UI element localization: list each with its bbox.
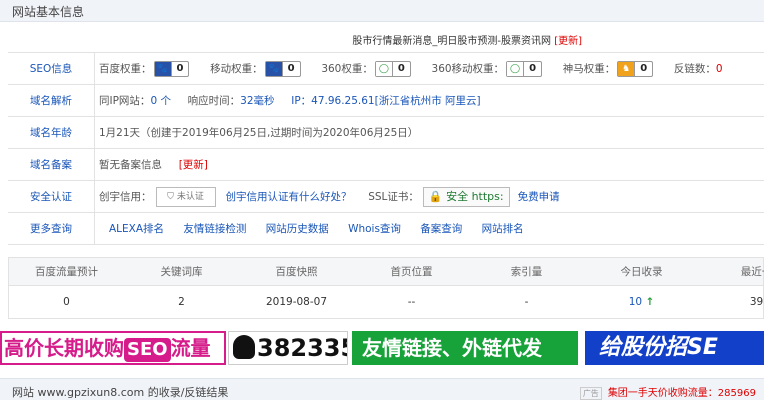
dns-label: 域名解析	[8, 85, 95, 116]
baidu-traffic-value[interactable]: 0	[9, 286, 124, 318]
stats-header-cell: 首页位置	[390, 266, 433, 278]
traffic-ad-link[interactable]: 广告 集团一手天价收购流量：285969	[579, 384, 756, 400]
today-indexed-value: 10	[628, 296, 643, 308]
stats-header-cell: 最近一	[740, 266, 764, 278]
horse-icon: ♞	[618, 62, 635, 76]
recent-value[interactable]: 39	[699, 286, 764, 318]
age-value: 1月21天（创建于2019年06月25日,过期时间为2020年06月25日）	[99, 127, 419, 139]
backlinks-value[interactable]: 0	[716, 63, 723, 75]
stats-header-row: 百度流量预计 关键词库 百度快照 首页位置 索引量 今日收录 最近一	[9, 258, 764, 286]
icp-query-link[interactable]: 备案查询	[420, 223, 462, 235]
icp-row: 域名备案 暂无备案信息 [更新]	[8, 149, 764, 181]
alexa-link[interactable]: ALEXA排名	[109, 223, 164, 235]
panel-header: 网站基本信息	[0, 0, 764, 22]
backlinks-label: 反链数：	[673, 63, 716, 75]
stats-table: 百度流量预计 关键词库 百度快照 首页位置 索引量 今日收录 最近一 0 2 2…	[8, 257, 764, 319]
update-link[interactable]: [更新]	[554, 36, 582, 47]
site-title-row: 股市行情最新消息_明日股市预测-股票资讯网 [更新]	[0, 24, 764, 52]
mobile-weight-badge[interactable]: 🐾 0	[264, 61, 301, 77]
result-header: 网站 www.gpzixun8.com 的收录/反链结果 广告 集团一手天价收购流…	[0, 378, 764, 400]
ad-tag: 广告	[579, 387, 602, 400]
age-label: 域名年龄	[8, 117, 95, 148]
ip-label: IP：	[291, 95, 312, 107]
security-row: 安全认证 创宇信用： ⛉ 未认证 创宇信用认证有什么好处？ SSL证书： 🔒 安全 h…	[8, 181, 764, 213]
response-value: 32毫秒	[240, 95, 275, 107]
more-row: 更多查询 ALEXA排名 友情链接检测 网站历史数据 Whois查询 备案查询 …	[8, 213, 764, 245]
more-label: 更多查询	[8, 213, 95, 244]
same-ip-label: 同IP网站：	[99, 95, 151, 107]
shenma-weight-label: 神马权重：	[562, 63, 616, 75]
paw-icon: 🐾	[265, 62, 282, 76]
panel-title: 网站基本信息	[12, 5, 85, 19]
shenma-weight-badge[interactable]: ♞ 0	[617, 61, 654, 77]
s360-weight-badge[interactable]: ◯ 0	[374, 61, 411, 77]
lock-icon: 🔒	[428, 190, 443, 203]
stats-header-cell: 百度快照	[275, 266, 318, 278]
ssl-label: SSL证书：	[368, 191, 419, 203]
index-value: -	[524, 296, 529, 308]
baidu-weight-label: 百度权重：	[99, 63, 152, 75]
response-label: 响应时间：	[187, 95, 241, 107]
ip-value[interactable]: 47.96.25.61[浙江省杭州市 阿里云]	[311, 95, 481, 107]
site-rank-link[interactable]: 网站排名	[482, 223, 524, 235]
ssl-badge[interactable]: 🔒 安全 https:	[422, 187, 510, 207]
free-apply-link[interactable]: 免费申请	[518, 191, 560, 203]
age-row: 域名年龄 1月21天（创建于2019年06月25日,过期时间为2020年06月2…	[8, 117, 764, 149]
credit-cert-badge[interactable]: ⛉ 未认证	[155, 187, 216, 207]
snapshot-value[interactable]: 2019-08-07	[239, 286, 354, 318]
ad-banner-stock[interactable]: 给股份招SE	[585, 331, 764, 365]
icp-label: 域名备案	[8, 149, 95, 180]
dns-row: 域名解析 同IP网站：0 个 响应时间：32毫秒 IP：47.96.25.61[…	[8, 85, 764, 117]
s360-mobile-weight-badge[interactable]: ◯ 0	[506, 61, 543, 77]
s360-weight-label: 360权重：	[321, 63, 373, 75]
up-arrow-icon: ↑	[645, 296, 655, 308]
ad-banner-seo[interactable]: 高价长期收购 SEO 流量	[0, 331, 226, 365]
ad-banner-links[interactable]: 友情链接、外链代发	[352, 331, 578, 365]
credit-label: 创宇信用：	[99, 191, 152, 203]
info-table: SEO信息 百度权重： 🐾 0 移动权重： 🐾 0 360权重： ◯ 0 360移动权重： ◯…	[8, 52, 764, 245]
friendlink-check-link[interactable]: 友情链接检测	[183, 223, 246, 235]
baidu-weight-badge[interactable]: 🐾 0	[153, 61, 190, 77]
stats-header-cell: 索引量	[510, 266, 543, 278]
history-link[interactable]: 网站历史数据	[266, 223, 329, 235]
icp-value: 暂无备案信息	[99, 159, 162, 171]
ad-strip: 高价长期收购SEO流量 3823355 友情链接、外链代发 给股份招SE	[0, 331, 764, 365]
same-ip-value[interactable]: 0 个	[150, 95, 171, 107]
stats-header-cell: 关键词库	[160, 266, 203, 278]
credit-benefit-link[interactable]: 创宇信用认证有什么好处？	[226, 191, 352, 203]
circle-360-icon: ◯	[507, 62, 524, 76]
site-title-link[interactable]: 股市行情最新消息_明日股市预测-股票资讯网 [更新]	[352, 32, 582, 47]
seo-row: SEO信息 百度权重： 🐾 0 移动权重： 🐾 0 360权重： ◯ 0 360移动权重： ◯…	[8, 53, 764, 85]
stats-header-cell: 百度流量预计	[35, 266, 98, 278]
ad-banner-qq[interactable]: 3823355	[228, 331, 348, 365]
qq-penguin-icon	[233, 335, 255, 359]
s360-mobile-weight-label: 360移动权重：	[431, 63, 505, 75]
home-position-value: --	[407, 296, 416, 308]
keywords-value[interactable]: 2	[124, 286, 239, 318]
seo-label: SEO信息	[8, 53, 95, 84]
mobile-weight-label: 移动权重：	[210, 63, 263, 75]
circle-360-icon: ◯	[375, 62, 392, 76]
shield-icon: ⛉	[167, 192, 174, 202]
result-title: 网站 www.gpzixun8.com 的收录/反链结果	[12, 386, 229, 399]
security-label: 安全认证	[8, 181, 95, 212]
paw-icon: 🐾	[154, 62, 171, 76]
today-indexed-cell[interactable]: 10 ↑	[584, 286, 699, 318]
stats-header-cell: 今日收录	[620, 266, 663, 278]
icp-update-link[interactable]: [更新]	[179, 159, 208, 171]
whois-link[interactable]: Whois查询	[348, 223, 401, 235]
stats-value-row: 0 2 2019-08-07 -- - 10 ↑ 39	[9, 286, 763, 318]
